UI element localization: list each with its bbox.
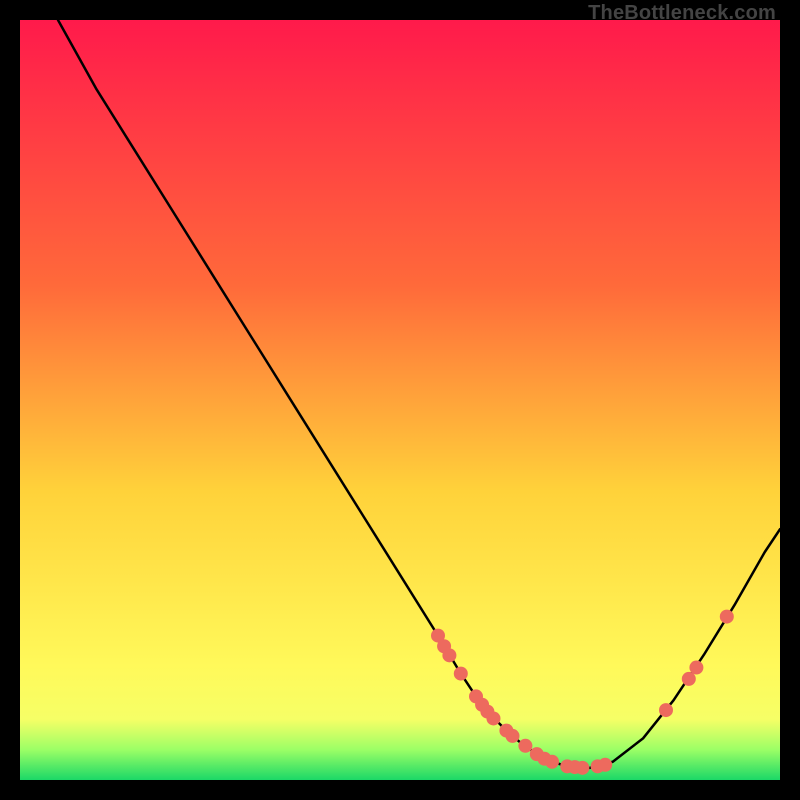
data-marker: [442, 648, 456, 662]
chart-frame: [20, 20, 780, 780]
data-marker: [518, 739, 532, 753]
data-marker: [659, 703, 673, 717]
bottleneck-chart: [20, 20, 780, 780]
data-marker: [689, 661, 703, 675]
data-marker: [598, 758, 612, 772]
gradient-background: [20, 20, 780, 780]
data-marker: [575, 761, 589, 775]
data-marker: [505, 729, 519, 743]
data-marker: [454, 667, 468, 681]
data-marker: [545, 755, 559, 769]
data-marker: [486, 711, 500, 725]
data-marker: [720, 610, 734, 624]
data-marker: [682, 672, 696, 686]
